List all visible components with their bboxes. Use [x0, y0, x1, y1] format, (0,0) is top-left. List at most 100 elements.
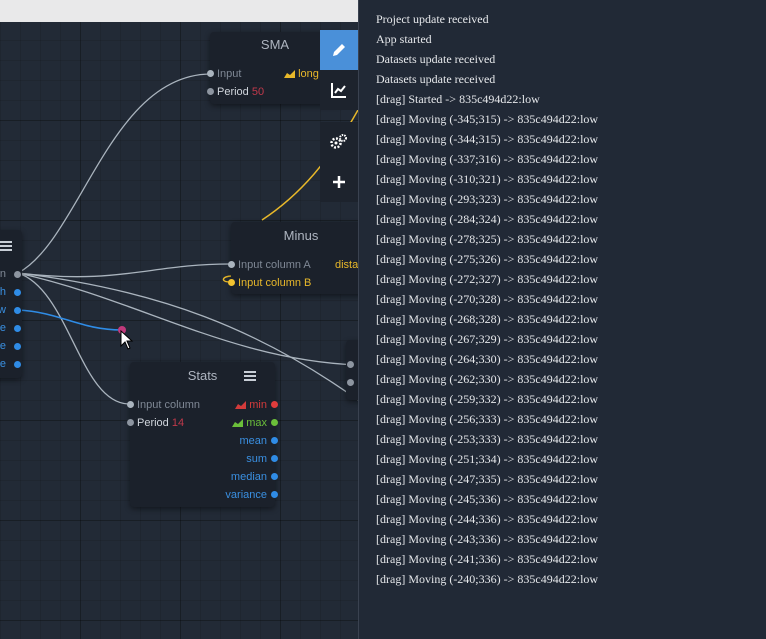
- log-line: [drag] Moving (-245;336) -> 835c494d22:l…: [376, 492, 599, 506]
- area-chart-icon: [235, 401, 247, 409]
- pen-icon: [333, 44, 345, 56]
- log-line: [drag] Moving (-310;321) -> 835c494d22:l…: [376, 172, 599, 186]
- port-dot[interactable]: [271, 419, 278, 426]
- log-line: [drag] Moving (-256;333) -> 835c494d22:l…: [376, 412, 599, 426]
- port-dot[interactable]: [14, 307, 21, 314]
- output-label: variance: [225, 489, 267, 501]
- log-line: [drag] Moving (-264;330) -> 835c494d22:l…: [376, 352, 599, 366]
- period-port[interactable]: [127, 419, 134, 426]
- log-line: [drag] Moving (-344;315) -> 835c494d22:l…: [376, 132, 599, 146]
- port-dot[interactable]: [347, 379, 354, 386]
- node-editor-canvas[interactable]: en gh ow se me te SMA Input long Period …: [0, 0, 358, 639]
- minus-node[interactable]: Minus Input column A dista Input column …: [228, 222, 358, 294]
- settings-button[interactable]: [320, 122, 358, 162]
- port-dot[interactable]: [14, 361, 21, 368]
- node-title: Minus: [283, 228, 319, 243]
- port-label: gh: [0, 286, 6, 298]
- chart-button[interactable]: [320, 70, 358, 110]
- port-dot[interactable]: [271, 491, 278, 498]
- output-label: dista: [335, 259, 358, 271]
- stats-node[interactable]: Stats Input column Period 14 min max mea…: [127, 362, 278, 507]
- log-line: [drag] Moving (-241;336) -> 835c494d22:l…: [376, 552, 599, 566]
- offscreen-node[interactable]: [346, 340, 358, 400]
- input-a-port[interactable]: [228, 261, 235, 268]
- input-b-port[interactable]: [228, 279, 235, 286]
- wire-source-to-stats: [17, 272, 131, 405]
- wire-source-to-sma: [17, 73, 211, 274]
- output-label: max: [246, 417, 267, 429]
- output-label: mean: [239, 435, 267, 447]
- port-dot[interactable]: [14, 289, 21, 296]
- log-line: [drag] Moving (-251;334) -> 835c494d22:l…: [376, 452, 599, 466]
- input-b-label: Input column B: [238, 277, 312, 289]
- log-line: Project update received: [376, 12, 489, 26]
- log-line: [drag] Moving (-259;332) -> 835c494d22:l…: [376, 392, 599, 406]
- port-dot[interactable]: [347, 361, 354, 368]
- output-label: min: [249, 399, 267, 411]
- gears-icon: [330, 134, 347, 149]
- input-label: Input: [217, 68, 242, 80]
- log-line: Datasets update received: [376, 72, 496, 86]
- log-line: Datasets update received: [376, 52, 496, 66]
- port-label: se: [0, 322, 6, 334]
- log-line: [drag] Moving (-270;328) -> 835c494d22:l…: [376, 292, 599, 306]
- edit-button[interactable]: [320, 30, 358, 70]
- log-line: [drag] Moving (-244;336) -> 835c494d22:l…: [376, 512, 599, 526]
- period-label: Period: [217, 86, 249, 98]
- log-line: [drag] Moving (-240;336) -> 835c494d22:l…: [376, 572, 599, 586]
- log-line: [drag] Started -> 835c494d22:low: [376, 92, 540, 106]
- side-toolbar: [320, 30, 358, 202]
- log-line: [drag] Moving (-337;316) -> 835c494d22:l…: [376, 152, 599, 166]
- port-dot[interactable]: [14, 325, 21, 332]
- log-line: App started: [376, 32, 432, 46]
- log-line: [drag] Moving (-253;333) -> 835c494d22:l…: [376, 432, 599, 446]
- menu-icon[interactable]: [0, 241, 12, 251]
- period-field[interactable]: Period 50: [217, 86, 264, 98]
- period-port[interactable]: [207, 88, 214, 95]
- port-label: en: [0, 268, 6, 280]
- output-label: sum: [246, 453, 267, 465]
- log-line: [drag] Moving (-278;325) -> 835c494d22:l…: [376, 232, 599, 246]
- input-port[interactable]: [207, 70, 214, 77]
- period-value: 50: [251, 86, 265, 98]
- log-line: [drag] Moving (-268;328) -> 835c494d22:l…: [376, 312, 599, 326]
- port-dot[interactable]: [14, 343, 21, 350]
- input-label: Input column: [137, 399, 200, 411]
- port-dot[interactable]: [271, 473, 278, 480]
- menu-icon[interactable]: [244, 371, 256, 381]
- output-port-min[interactable]: min: [235, 399, 267, 411]
- area-chart-icon: [232, 419, 244, 427]
- wire-source-to-minus: [17, 263, 231, 278]
- log-line: [drag] Moving (-247;335) -> 835c494d22:l…: [376, 472, 599, 486]
- event-log-panel: Project update received App started Datase…: [358, 0, 766, 639]
- log-line: [drag] Moving (-345;315) -> 835c494d22:l…: [376, 112, 599, 126]
- log-line: [drag] Moving (-275;326) -> 835c494d22:l…: [376, 252, 599, 266]
- log-line: [drag] Moving (-262;330) -> 835c494d22:l…: [376, 372, 599, 386]
- port-label: ow: [0, 304, 6, 316]
- log-line: [drag] Moving (-293;323) -> 835c494d22:l…: [376, 192, 599, 206]
- chart-icon: [331, 83, 346, 98]
- output-label: long: [298, 68, 319, 80]
- log-line: [drag] Moving (-243;336) -> 835c494d22:l…: [376, 532, 599, 546]
- input-a-label: Input column A: [238, 259, 311, 271]
- area-chart-icon: [284, 70, 295, 78]
- port-label: me: [0, 340, 6, 352]
- port-dot[interactable]: [271, 401, 278, 408]
- period-label: Period: [137, 417, 169, 429]
- output-label: median: [230, 471, 267, 483]
- period-field[interactable]: Period 14: [137, 417, 184, 429]
- output-port-long[interactable]: long: [284, 68, 319, 80]
- port-label: te: [0, 358, 6, 370]
- port-dot[interactable]: [271, 455, 278, 462]
- source-node[interactable]: en gh ow se me te: [0, 230, 22, 378]
- output-port-max[interactable]: max: [232, 417, 267, 429]
- log-line: [drag] Moving (-284;324) -> 835c494d22:l…: [376, 212, 599, 226]
- period-value: 14: [171, 417, 185, 429]
- mouse-cursor-icon: [120, 330, 134, 350]
- wire-dragging-low: [17, 309, 123, 331]
- port-dot[interactable]: [271, 437, 278, 444]
- port-dot[interactable]: [14, 271, 21, 278]
- input-port[interactable]: [127, 401, 134, 408]
- log-line: [drag] Moving (-267;329) -> 835c494d22:l…: [376, 332, 599, 346]
- add-button[interactable]: [320, 162, 358, 202]
